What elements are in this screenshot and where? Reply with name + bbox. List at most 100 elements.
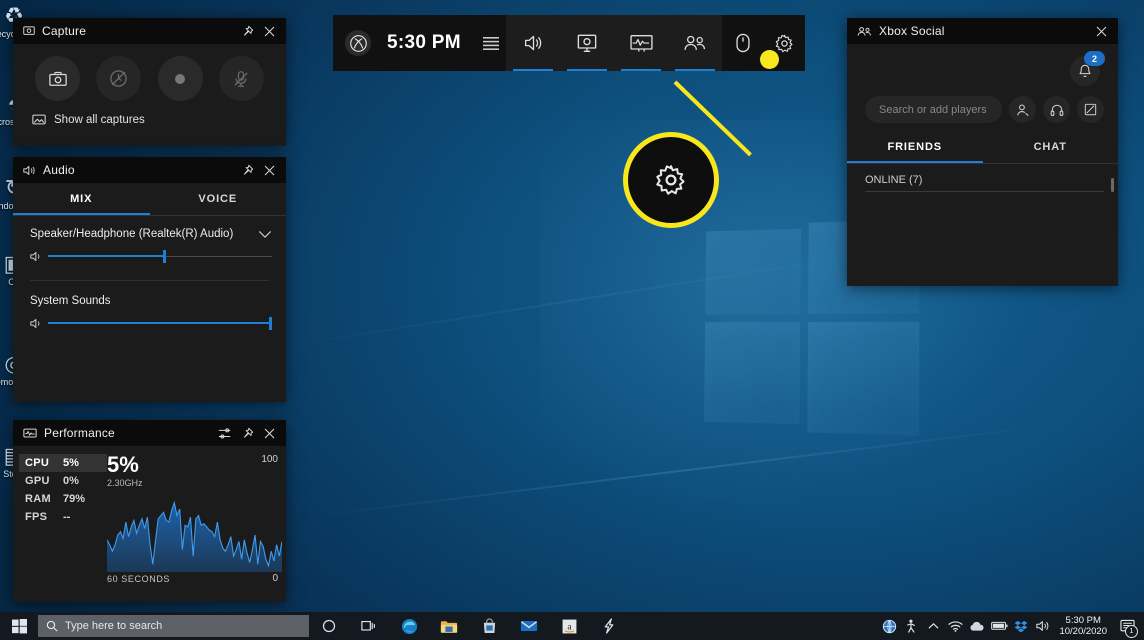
start-recording-button[interactable] [157, 56, 203, 101]
notification-center-button[interactable]: 1 [1114, 612, 1140, 640]
search-players-input[interactable]: Search or add players [865, 96, 1002, 123]
active-indicator [621, 69, 662, 71]
taskbar-app-cortana[interactable] [309, 612, 349, 640]
graph-axis-label: 60 SECONDS [107, 574, 171, 584]
notifications-button[interactable]: 2 [1070, 51, 1105, 86]
taskbar-app-microsoft-store[interactable] [469, 612, 509, 640]
add-friend-button[interactable] [1009, 96, 1036, 123]
xbox-social-title: Xbox Social [879, 24, 945, 38]
performance-monitor-icon [23, 428, 37, 439]
capture-body: Show all captures [13, 44, 286, 126]
speaker-icon [23, 165, 36, 176]
start-button[interactable] [0, 612, 38, 640]
toggle-microphone-button[interactable] [218, 56, 264, 101]
record-last-30-seconds-button[interactable] [96, 56, 142, 101]
slider-track[interactable] [48, 316, 272, 330]
show-all-captures-label: Show all captures [54, 113, 145, 126]
audio-tabs: MIX VOICE [13, 183, 286, 215]
speaker-icon [30, 318, 48, 329]
stat-row-gpu[interactable]: GPU 0% [19, 472, 107, 490]
audio-widget: Audio MIX VOICE Speaker/Headphone (Realt… [13, 157, 286, 402]
people-icon [857, 26, 872, 37]
pin-icon[interactable] [236, 20, 258, 42]
chevron-down-icon[interactable] [258, 230, 272, 239]
tab-voice[interactable]: VOICE [150, 183, 287, 215]
game-bar-button-settings[interactable] [764, 15, 804, 71]
tray-wifi-icon[interactable] [944, 612, 966, 640]
audio-device-volume-slider[interactable] [13, 240, 286, 263]
capture-widget: Capture Show all captures [13, 18, 286, 146]
tray-help-globe-icon[interactable] [878, 612, 900, 640]
taskbar-app-sketchable[interactable] [589, 612, 629, 640]
game-bar-button-audio[interactable] [506, 15, 560, 71]
taskbar-app-task-view[interactable] [349, 612, 389, 640]
friends-list-scrollbar[interactable] [1111, 178, 1114, 192]
tray-dropbox-icon[interactable] [1010, 612, 1032, 640]
performance-title: Performance [44, 426, 115, 440]
new-message-button[interactable] [1077, 96, 1104, 123]
tab-active-indicator [847, 161, 983, 163]
close-icon[interactable] [1090, 20, 1112, 42]
pin-icon[interactable] [236, 422, 258, 444]
sliders-icon[interactable] [214, 422, 236, 444]
taskbar-app-microsoft-edge[interactable] [389, 612, 429, 640]
game-bar-button-performance[interactable] [614, 15, 668, 71]
tray-onedrive-cloud-icon[interactable] [966, 612, 988, 640]
xbox-logo-icon[interactable] [345, 30, 371, 56]
tray-show-hidden-icons-chevron-up-icon[interactable] [922, 612, 944, 640]
notification-badge: 2 [1084, 51, 1105, 66]
performance-stats-list: CPU 5% GPU 0% RAM 79% FPS -- [13, 454, 107, 584]
tab-chat[interactable]: CHAT [983, 131, 1119, 163]
game-bar-button-widget-store[interactable] [723, 15, 763, 71]
close-icon[interactable] [258, 159, 280, 181]
game-bar-button-capture[interactable] [560, 15, 614, 71]
game-bar-widget-buttons [506, 15, 723, 71]
graph-axis-max: 100 [261, 454, 278, 465]
stat-row-cpu[interactable]: CPU 5% [19, 454, 107, 472]
stat-row-fps[interactable]: FPS -- [19, 508, 107, 526]
game-bar-left-section: 5:30 PM [333, 15, 507, 71]
performance-line-chart [107, 484, 282, 572]
game-bar-button-xbox-social[interactable] [668, 15, 722, 71]
pin-icon[interactable] [236, 159, 258, 181]
taskbar-app-mail[interactable] [509, 612, 549, 640]
xbox-social-body: 2 Search or add players FRIENDS CHAT ONL… [847, 44, 1118, 266]
tray-accessibility-icon[interactable] [900, 612, 922, 640]
slider-track[interactable] [48, 249, 272, 263]
xbox-social-title-bar: Xbox Social [847, 18, 1118, 44]
tray-volume-icon[interactable] [1032, 612, 1054, 640]
close-icon[interactable] [258, 20, 280, 42]
performance-body: CPU 5% GPU 0% RAM 79% FPS -- 5% 2.30GHz … [13, 446, 286, 584]
stat-value: -- [63, 511, 71, 523]
system-sounds-volume-slider[interactable] [13, 307, 286, 330]
capture-buttons-row [13, 56, 286, 101]
stat-value: 79% [63, 493, 86, 505]
tab-friends[interactable]: FRIENDS [847, 131, 983, 163]
performance-graph-area: 5% 2.30GHz 100 0 60 SECONDS [107, 454, 286, 584]
taskbar-app-amazon[interactable]: a [549, 612, 589, 640]
tab-mix[interactable]: MIX [13, 183, 150, 215]
clock-time: 5:30 PM [1065, 615, 1101, 626]
search-icon [46, 620, 58, 632]
capture-title-bar: Capture [13, 18, 286, 44]
game-bar-right-section [722, 15, 805, 71]
audio-device-selector[interactable]: Speaker/Headphone (Realtek(R) Audio) [13, 216, 286, 240]
performance-widget: Performance CPU 5% GPU 0% RAM 79% FPS --… [13, 420, 286, 602]
stat-key: RAM [25, 493, 51, 505]
social-tabs: FRIENDS CHAT [847, 131, 1118, 163]
game-bar-toolbar: 5:30 PM [333, 15, 805, 71]
taskbar-search-box[interactable]: Type here to search [38, 615, 309, 637]
take-screenshot-button[interactable] [35, 56, 81, 101]
taskbar-clock[interactable]: 5:30 PM 10/20/2020 [1054, 612, 1114, 640]
friends-list: ONLINE (7) [847, 174, 1118, 266]
gallery-icon [32, 113, 46, 126]
taskbar-app-file-explorer[interactable] [429, 612, 469, 640]
start-party-button[interactable] [1043, 96, 1070, 123]
capture-title: Capture [42, 24, 87, 38]
stat-row-ram[interactable]: RAM 79% [19, 490, 107, 508]
show-all-captures-link[interactable]: Show all captures [13, 101, 286, 126]
audio-device-label: Speaker/Headphone (Realtek(R) Audio) [30, 228, 234, 240]
close-icon[interactable] [258, 422, 280, 444]
menu-icon[interactable] [482, 36, 499, 50]
tray-battery-icon[interactable] [988, 612, 1010, 640]
